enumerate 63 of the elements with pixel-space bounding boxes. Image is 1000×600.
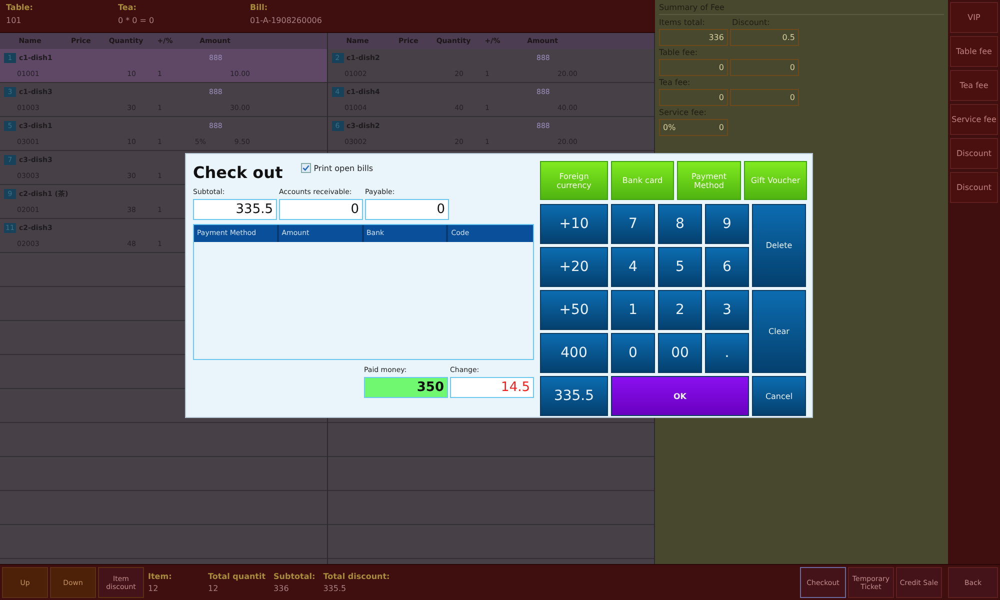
checkbox-icon[interactable] — [300, 163, 311, 173]
keypad-key[interactable]: 8 — [658, 204, 702, 244]
side-button[interactable]: Discount — [950, 172, 998, 203]
keypad-key[interactable]: Cancel — [752, 376, 806, 416]
keypad-key[interactable]: +50 — [540, 290, 608, 330]
fee-field[interactable]: 0 — [730, 89, 799, 106]
side-button[interactable]: Tea fee — [950, 70, 998, 101]
side-button[interactable]: VIP — [950, 2, 998, 33]
keypad-key[interactable]: Clear — [752, 290, 806, 373]
field-label: Tea: — [118, 3, 138, 12]
keypad-key[interactable]: 3 — [705, 290, 749, 330]
field-value: 336 — [708, 33, 724, 42]
keypad-key[interactable]: +20 — [540, 247, 608, 287]
stat-label: Total discount: — [323, 572, 390, 582]
keypad-key[interactable]: 6 — [705, 247, 749, 287]
keypad-key[interactable]: 00 — [658, 333, 702, 373]
fee-field[interactable]: 0.5 — [730, 29, 799, 46]
stat-value: 12 — [208, 584, 220, 594]
keypad-key[interactable]: 335.5 — [540, 376, 608, 416]
field-value: 0 — [718, 63, 724, 72]
change-field[interactable]: 14.5 — [450, 377, 534, 398]
field-label: Bill: — [250, 3, 269, 12]
keypad-key[interactable]: 9 — [705, 204, 749, 244]
stat-label: Subtotal: — [274, 572, 316, 582]
side-button[interactable]: Service fee — [950, 104, 998, 135]
field-value: 0 — [718, 123, 724, 132]
fee-field[interactable]: 0 — [659, 59, 728, 76]
field-prefix: 0% — [663, 123, 676, 132]
keypad-key[interactable]: 4 — [611, 247, 655, 287]
keypad-key[interactable]: 0 — [611, 333, 655, 373]
side-button[interactable]: Table fee — [950, 36, 998, 67]
amount-field[interactable]: 0 — [365, 199, 449, 220]
keypad-key[interactable]: 5 — [658, 247, 702, 287]
stat-label: Item: — [148, 572, 173, 582]
keypad-key[interactable]: Delete — [752, 204, 806, 287]
side-button[interactable]: Discount — [950, 138, 998, 169]
keypad-key[interactable]: . — [705, 333, 749, 373]
keypad-key[interactable]: 1 — [611, 290, 655, 330]
field-value: 0 — [790, 93, 795, 102]
stat-value: 336 — [274, 584, 290, 594]
stat-label: Total quantit — [208, 572, 266, 582]
stat-value: 12 — [148, 584, 160, 594]
stat-value: 335.5 — [323, 584, 348, 594]
fee-field[interactable]: 0 — [659, 89, 728, 106]
dialog-title: Check out — [193, 163, 283, 182]
field-value: 0 — [718, 93, 724, 102]
field-value: 0 — [790, 63, 795, 72]
field-value: 0 * 0 = 0 — [118, 16, 156, 25]
fee-field[interactable]: 0 — [730, 59, 799, 76]
field-label: Table: — [6, 3, 34, 12]
keypad-key[interactable]: 400 — [540, 333, 608, 373]
keypad-key[interactable]: 2 — [658, 290, 702, 330]
keypad-key[interactable]: OK — [611, 376, 749, 416]
paid-field[interactable]: 350 — [364, 377, 448, 398]
amount-field[interactable]: 0 — [279, 199, 363, 220]
keypad-key[interactable]: 7 — [611, 204, 655, 244]
fee-field[interactable]: 336 — [659, 29, 728, 46]
field-value: 01-A-1908260006 — [250, 16, 322, 25]
fee-field[interactable]: 0% 0 — [659, 119, 728, 136]
amount-field[interactable]: 335.5 — [193, 199, 277, 220]
keypad-key[interactable]: +10 — [540, 204, 608, 244]
field-value: 0.5 — [782, 33, 795, 42]
field-value: 101 — [6, 16, 22, 25]
